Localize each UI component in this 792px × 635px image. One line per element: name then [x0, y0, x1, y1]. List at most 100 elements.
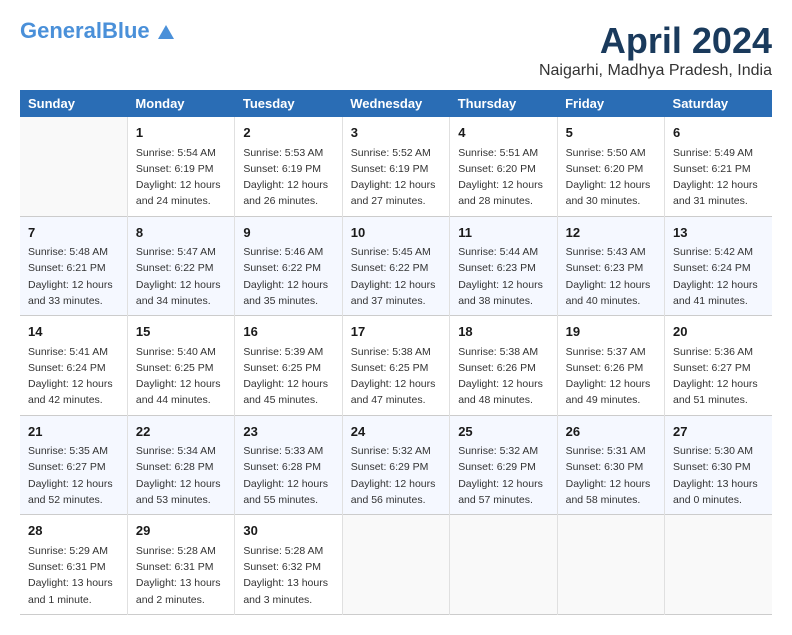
title-block: April 2024 Naigarhi, Madhya Pradesh, Ind… — [539, 20, 772, 80]
day-cell: 5Sunrise: 5:50 AM Sunset: 6:20 PM Daylig… — [557, 117, 664, 216]
day-cell — [665, 515, 772, 615]
day-info: Sunrise: 5:38 AM Sunset: 6:26 PM Dayligh… — [458, 344, 548, 409]
day-cell: 11Sunrise: 5:44 AM Sunset: 6:23 PM Dayli… — [450, 216, 557, 316]
day-info: Sunrise: 5:38 AM Sunset: 6:25 PM Dayligh… — [351, 344, 441, 409]
week-row-5: 28Sunrise: 5:29 AM Sunset: 6:31 PM Dayli… — [20, 515, 772, 615]
day-number: 3 — [351, 123, 441, 143]
week-row-4: 21Sunrise: 5:35 AM Sunset: 6:27 PM Dayli… — [20, 415, 772, 515]
day-cell: 14Sunrise: 5:41 AM Sunset: 6:24 PM Dayli… — [20, 316, 127, 416]
day-cell: 21Sunrise: 5:35 AM Sunset: 6:27 PM Dayli… — [20, 415, 127, 515]
day-info: Sunrise: 5:37 AM Sunset: 6:26 PM Dayligh… — [566, 344, 656, 409]
day-number: 16 — [243, 322, 333, 342]
day-cell: 26Sunrise: 5:31 AM Sunset: 6:30 PM Dayli… — [557, 415, 664, 515]
day-info: Sunrise: 5:34 AM Sunset: 6:28 PM Dayligh… — [136, 443, 226, 508]
day-cell: 29Sunrise: 5:28 AM Sunset: 6:31 PM Dayli… — [127, 515, 234, 615]
day-number: 7 — [28, 223, 119, 243]
day-info: Sunrise: 5:32 AM Sunset: 6:29 PM Dayligh… — [351, 443, 441, 508]
day-cell: 16Sunrise: 5:39 AM Sunset: 6:25 PM Dayli… — [235, 316, 342, 416]
day-number: 18 — [458, 322, 548, 342]
day-cell: 2Sunrise: 5:53 AM Sunset: 6:19 PM Daylig… — [235, 117, 342, 216]
day-info: Sunrise: 5:33 AM Sunset: 6:28 PM Dayligh… — [243, 443, 333, 508]
day-number: 26 — [566, 422, 656, 442]
day-info: Sunrise: 5:28 AM Sunset: 6:32 PM Dayligh… — [243, 543, 333, 608]
day-cell — [557, 515, 664, 615]
month-title: April 2024 — [539, 20, 772, 62]
day-number: 17 — [351, 322, 441, 342]
day-cell: 4Sunrise: 5:51 AM Sunset: 6:20 PM Daylig… — [450, 117, 557, 216]
day-cell — [342, 515, 449, 615]
day-cell: 9Sunrise: 5:46 AM Sunset: 6:22 PM Daylig… — [235, 216, 342, 316]
day-number: 11 — [458, 223, 548, 243]
day-info: Sunrise: 5:51 AM Sunset: 6:20 PM Dayligh… — [458, 145, 548, 210]
day-info: Sunrise: 5:28 AM Sunset: 6:31 PM Dayligh… — [136, 543, 226, 608]
day-number: 12 — [566, 223, 656, 243]
day-cell: 25Sunrise: 5:32 AM Sunset: 6:29 PM Dayli… — [450, 415, 557, 515]
day-number: 9 — [243, 223, 333, 243]
page-header: GeneralBlue April 2024 Naigarhi, Madhya … — [20, 20, 772, 80]
calendar-table: SundayMondayTuesdayWednesdayThursdayFrid… — [20, 90, 772, 615]
day-info: Sunrise: 5:29 AM Sunset: 6:31 PM Dayligh… — [28, 543, 119, 608]
day-number: 1 — [136, 123, 226, 143]
day-number: 4 — [458, 123, 548, 143]
day-cell: 22Sunrise: 5:34 AM Sunset: 6:28 PM Dayli… — [127, 415, 234, 515]
day-number: 22 — [136, 422, 226, 442]
day-number: 19 — [566, 322, 656, 342]
day-cell: 13Sunrise: 5:42 AM Sunset: 6:24 PM Dayli… — [665, 216, 772, 316]
day-cell: 8Sunrise: 5:47 AM Sunset: 6:22 PM Daylig… — [127, 216, 234, 316]
day-info: Sunrise: 5:52 AM Sunset: 6:19 PM Dayligh… — [351, 145, 441, 210]
week-row-3: 14Sunrise: 5:41 AM Sunset: 6:24 PM Dayli… — [20, 316, 772, 416]
week-row-2: 7Sunrise: 5:48 AM Sunset: 6:21 PM Daylig… — [20, 216, 772, 316]
logo-general: General — [20, 18, 102, 43]
day-info: Sunrise: 5:45 AM Sunset: 6:22 PM Dayligh… — [351, 244, 441, 309]
day-info: Sunrise: 5:42 AM Sunset: 6:24 PM Dayligh… — [673, 244, 764, 309]
day-cell: 12Sunrise: 5:43 AM Sunset: 6:23 PM Dayli… — [557, 216, 664, 316]
weekday-header-row: SundayMondayTuesdayWednesdayThursdayFrid… — [20, 90, 772, 117]
day-number: 27 — [673, 422, 764, 442]
weekday-header-sunday: Sunday — [20, 90, 127, 117]
day-cell: 6Sunrise: 5:49 AM Sunset: 6:21 PM Daylig… — [665, 117, 772, 216]
day-cell — [450, 515, 557, 615]
weekday-header-monday: Monday — [127, 90, 234, 117]
day-number: 21 — [28, 422, 119, 442]
day-info: Sunrise: 5:54 AM Sunset: 6:19 PM Dayligh… — [136, 145, 226, 210]
day-info: Sunrise: 5:48 AM Sunset: 6:21 PM Dayligh… — [28, 244, 119, 309]
weekday-header-friday: Friday — [557, 90, 664, 117]
day-number: 13 — [673, 223, 764, 243]
day-info: Sunrise: 5:36 AM Sunset: 6:27 PM Dayligh… — [673, 344, 764, 409]
day-number: 28 — [28, 521, 119, 541]
day-number: 29 — [136, 521, 226, 541]
day-number: 24 — [351, 422, 441, 442]
day-info: Sunrise: 5:39 AM Sunset: 6:25 PM Dayligh… — [243, 344, 333, 409]
logo-blue: Blue — [102, 18, 150, 43]
day-number: 23 — [243, 422, 333, 442]
day-info: Sunrise: 5:47 AM Sunset: 6:22 PM Dayligh… — [136, 244, 226, 309]
weekday-header-tuesday: Tuesday — [235, 90, 342, 117]
day-number: 15 — [136, 322, 226, 342]
day-info: Sunrise: 5:32 AM Sunset: 6:29 PM Dayligh… — [458, 443, 548, 508]
weekday-header-thursday: Thursday — [450, 90, 557, 117]
day-info: Sunrise: 5:30 AM Sunset: 6:30 PM Dayligh… — [673, 443, 764, 508]
day-cell: 28Sunrise: 5:29 AM Sunset: 6:31 PM Dayli… — [20, 515, 127, 615]
day-info: Sunrise: 5:41 AM Sunset: 6:24 PM Dayligh… — [28, 344, 119, 409]
day-number: 5 — [566, 123, 656, 143]
day-info: Sunrise: 5:40 AM Sunset: 6:25 PM Dayligh… — [136, 344, 226, 409]
day-number: 20 — [673, 322, 764, 342]
weekday-header-saturday: Saturday — [665, 90, 772, 117]
location: Naigarhi, Madhya Pradesh, India — [539, 62, 772, 80]
day-info: Sunrise: 5:53 AM Sunset: 6:19 PM Dayligh… — [243, 145, 333, 210]
day-cell: 19Sunrise: 5:37 AM Sunset: 6:26 PM Dayli… — [557, 316, 664, 416]
day-info: Sunrise: 5:46 AM Sunset: 6:22 PM Dayligh… — [243, 244, 333, 309]
day-number: 2 — [243, 123, 333, 143]
day-cell: 10Sunrise: 5:45 AM Sunset: 6:22 PM Dayli… — [342, 216, 449, 316]
weekday-header-wednesday: Wednesday — [342, 90, 449, 117]
logo: GeneralBlue — [20, 20, 174, 42]
day-info: Sunrise: 5:50 AM Sunset: 6:20 PM Dayligh… — [566, 145, 656, 210]
day-number: 6 — [673, 123, 764, 143]
day-info: Sunrise: 5:43 AM Sunset: 6:23 PM Dayligh… — [566, 244, 656, 309]
day-info: Sunrise: 5:49 AM Sunset: 6:21 PM Dayligh… — [673, 145, 764, 210]
day-cell: 3Sunrise: 5:52 AM Sunset: 6:19 PM Daylig… — [342, 117, 449, 216]
day-cell: 7Sunrise: 5:48 AM Sunset: 6:21 PM Daylig… — [20, 216, 127, 316]
day-info: Sunrise: 5:35 AM Sunset: 6:27 PM Dayligh… — [28, 443, 119, 508]
day-number: 8 — [136, 223, 226, 243]
day-number: 30 — [243, 521, 333, 541]
